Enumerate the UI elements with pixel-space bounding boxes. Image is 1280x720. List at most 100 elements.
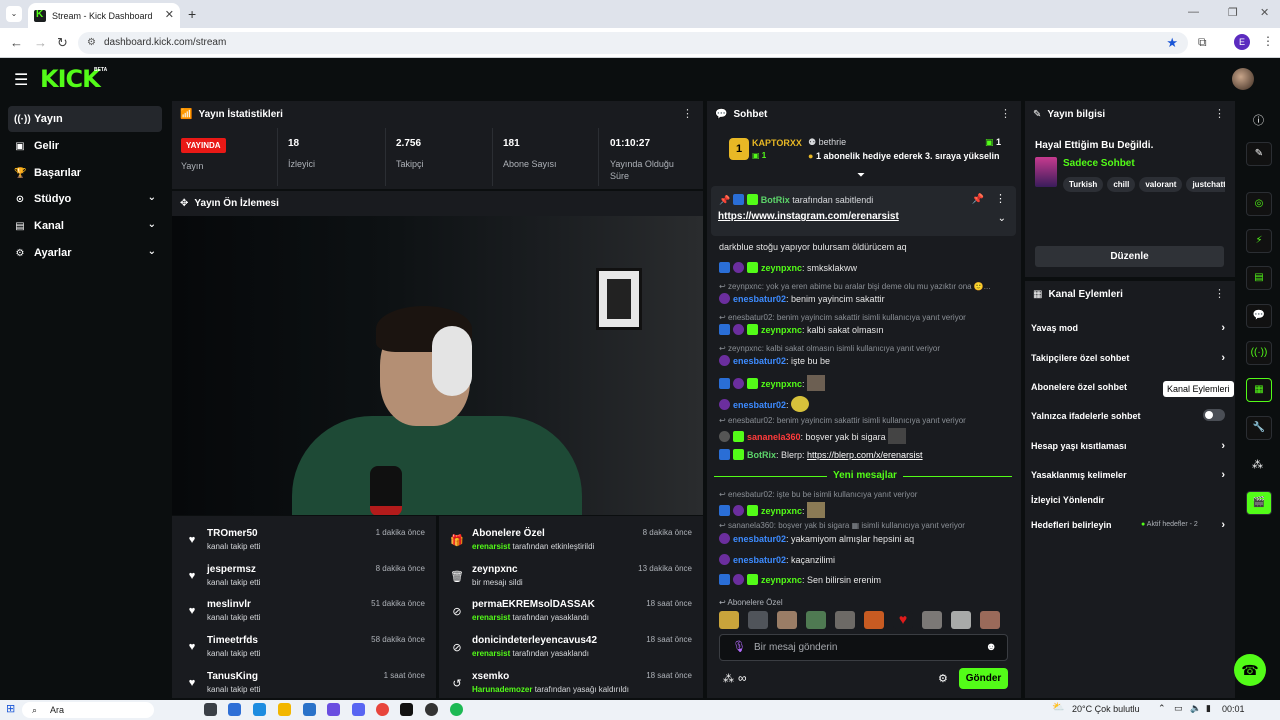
action-goals[interactable]: Hedefleri belirleyin ● Aktif hedefler - 2… <box>1031 519 1227 531</box>
kick-app-icon[interactable] <box>400 703 413 716</box>
users-icon[interactable]: ⁂ <box>1252 458 1263 471</box>
volume-icon[interactable]: 🔈 <box>1190 703 1201 714</box>
minimize-icon[interactable]: — <box>1188 6 1199 18</box>
chat-username[interactable]: zeynpxnc <box>761 506 802 516</box>
support-chat-icon[interactable]: ☎ <box>1234 654 1266 686</box>
tray-chevron-icon[interactable]: ⌃ <box>1158 703 1166 714</box>
follower-name[interactable]: Timeetrfds <box>207 635 258 646</box>
spotify-icon[interactable] <box>450 703 463 716</box>
profile-avatar[interactable]: E <box>1234 34 1250 50</box>
sidebar-item-studyo[interactable]: ⊙ Stüdyo ⌄ <box>8 186 162 212</box>
emote[interactable] <box>864 611 884 629</box>
panel-menu-icon[interactable]: ⋮ <box>682 107 693 120</box>
emoji-icon[interactable]: ☻ <box>985 635 997 660</box>
chat-username[interactable]: zeynpxnc <box>761 325 802 335</box>
new-messages-label[interactable]: Yeni mesajlar <box>827 470 903 481</box>
action-slow-mode[interactable]: Yavaş mod › <box>1031 322 1227 334</box>
activity-title[interactable]: permaEKREMsolDASSAK <box>472 599 595 610</box>
taskbar-search[interactable]: ⌕ Ara <box>22 702 154 718</box>
stream-preview-video[interactable] <box>172 216 703 515</box>
panel-menu-icon[interactable]: ⋮ <box>1000 107 1011 120</box>
emote[interactable] <box>835 611 855 629</box>
emote-only-toggle[interactable] <box>1203 409 1225 421</box>
unpin-icon[interactable]: 📌 <box>972 194 984 205</box>
heart-emote-icon[interactable]: ♥ <box>893 611 913 629</box>
chat-username[interactable]: enesbatur02 <box>733 534 786 544</box>
weather-text[interactable]: 20°C Çok bulutlu <box>1072 704 1140 714</box>
panel-menu-icon[interactable]: ⋮ <box>1214 287 1225 300</box>
app-icon[interactable] <box>228 703 241 716</box>
sidebar-item-gelir[interactable]: ▣ Gelir <box>8 133 162 159</box>
send-button[interactable]: Gönder <box>959 668 1008 689</box>
edge-icon[interactable] <box>253 703 266 716</box>
actor-name[interactable]: erenarsist <box>472 649 510 658</box>
close-window-icon[interactable]: ✕ <box>1260 6 1269 19</box>
activity-title[interactable]: zeynpxnc <box>472 564 518 575</box>
network-icon[interactable]: ▭ <box>1174 703 1183 714</box>
infinity-icon[interactable]: ∞ <box>738 671 747 685</box>
emote[interactable] <box>951 611 971 629</box>
follower-name[interactable]: TROmer50 <box>207 528 258 539</box>
actor-name[interactable]: erenarsist <box>472 613 510 622</box>
emote[interactable] <box>777 611 797 629</box>
folder-icon[interactable] <box>278 703 291 716</box>
clock[interactable]: 00:01 <box>1222 704 1245 714</box>
expand-events-icon[interactable]: ⏷ <box>857 170 865 181</box>
wrench-icon[interactable]: 🔧 <box>1246 416 1272 440</box>
edit-button[interactable]: Düzenle <box>1035 246 1224 267</box>
chat-username[interactable]: enesbatur02 <box>733 555 786 565</box>
extensions-icon[interactable]: ⧉ <box>1198 35 1207 50</box>
kick-logo[interactable]: KICK <box>40 65 101 93</box>
lightning-icon[interactable]: ⚡ <box>1246 229 1272 253</box>
action-raid[interactable]: İzleyici Yönlendir <box>1031 495 1227 505</box>
emote[interactable] <box>980 611 1000 629</box>
action-account-age[interactable]: Hesap yaşı kısıtlaması › <box>1031 440 1227 452</box>
chat-username[interactable]: zeynpxnc <box>761 379 802 389</box>
menu-icon[interactable]: ☰ <box>14 70 28 90</box>
chrome-icon[interactable] <box>376 703 389 716</box>
browser-menu-icon[interactable]: ⋮ <box>1262 34 1274 48</box>
back-icon[interactable]: ← <box>10 35 23 50</box>
forward-icon[interactable]: → <box>34 35 47 50</box>
info-icon[interactable]: ⓘ <box>1253 112 1264 128</box>
chat-settings-icon[interactable]: ⚙ <box>938 672 948 685</box>
sidebar-item-kanal[interactable]: ▤ Kanal ⌄ <box>8 213 162 239</box>
store-icon[interactable] <box>303 703 316 716</box>
broadcast-icon[interactable]: ((·)) <box>1246 341 1272 365</box>
toolbox-icon[interactable]: ▦ <box>1246 378 1272 402</box>
chat-username[interactable]: enesbatur02 <box>733 400 786 410</box>
sidebar-item-yayin[interactable]: ((·)) Yayın <box>8 106 162 132</box>
emote[interactable] <box>748 611 768 629</box>
camera-icon[interactable]: ◎ <box>1246 192 1272 216</box>
follower-name[interactable]: meslinvlr <box>207 599 251 610</box>
category-thumbnail[interactable] <box>1035 157 1057 187</box>
panel-menu-icon[interactable]: ⋮ <box>1214 107 1225 120</box>
restore-icon[interactable]: ❐ <box>1228 6 1238 19</box>
follower-name[interactable]: jespermsz <box>207 564 256 575</box>
tab-list-button[interactable]: ⌄ <box>6 6 22 22</box>
chat-username[interactable]: enesbatur02 <box>733 356 786 366</box>
chat-link[interactable]: https://blerp.com/x/erenarsist <box>807 450 923 460</box>
chat-username[interactable]: zeynpxnc <box>761 263 802 273</box>
chat-username[interactable]: zeynpxnc <box>761 575 802 585</box>
chevron-down-icon[interactable]: ⌄ <box>998 213 1006 224</box>
users-icon[interactable]: ⁂ <box>723 672 734 685</box>
emote[interactable] <box>806 611 826 629</box>
reload-icon[interactable]: ↻ <box>57 35 68 51</box>
pencil-icon[interactable]: ✎ <box>1246 142 1272 166</box>
sidebar-item-basarilar[interactable]: 🏆 Başarılar <box>8 160 162 186</box>
emote[interactable] <box>719 611 739 629</box>
clipboard-icon[interactable]: ▤ <box>1246 266 1272 290</box>
new-tab-button[interactable]: + <box>188 6 196 22</box>
taskview-icon[interactable] <box>204 703 217 716</box>
chat-username[interactable]: enesbatur02 <box>733 294 786 304</box>
user-avatar[interactable] <box>1232 68 1254 90</box>
activity-title[interactable]: donicindeterleyencavus42 <box>472 635 597 646</box>
battery-icon[interactable]: ▮ <box>1206 703 1211 714</box>
chat-username[interactable]: BotRix <box>747 450 776 460</box>
pinned-author[interactable]: BotRix <box>761 195 790 205</box>
browser-tab[interactable]: Stream - Kick Dashboard ✕ <box>28 3 180 28</box>
clapperboard-icon[interactable]: 🎬 <box>1246 491 1272 515</box>
pinned-menu-icon[interactable]: ⋮ <box>995 192 1006 205</box>
microphone-icon[interactable]: 🎙 <box>732 635 746 660</box>
